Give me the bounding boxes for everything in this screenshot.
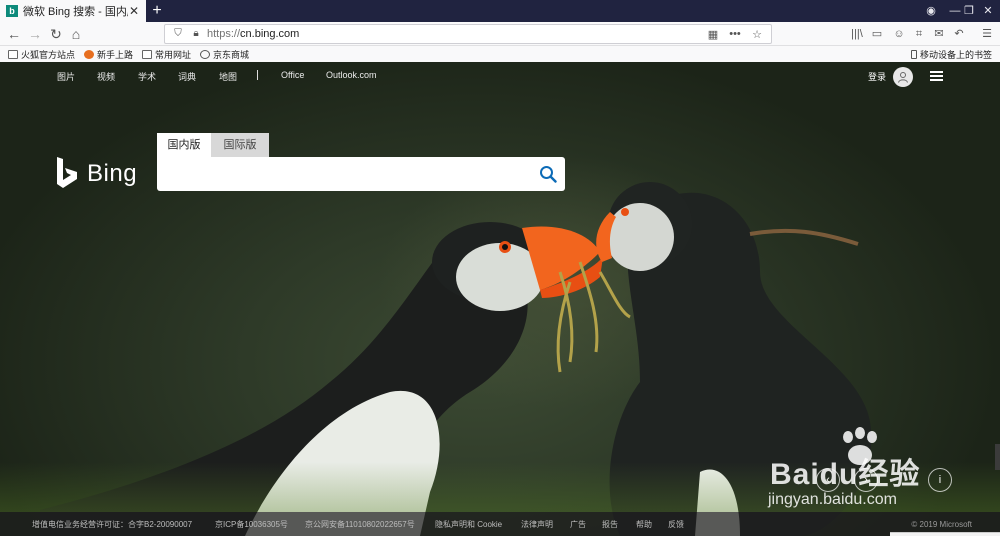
nav-link-images[interactable]: 图片 — [57, 70, 75, 83]
search-box — [157, 157, 565, 191]
url-protocol: https:// — [207, 28, 241, 40]
footer-feedback[interactable]: 反馈 — [668, 519, 684, 530]
tracking-shield-icon[interactable]: ⛉ — [171, 27, 185, 41]
new-tab-button[interactable]: + — [148, 0, 166, 22]
user-avatar-icon[interactable] — [893, 67, 913, 87]
nav-link-academic[interactable]: 学术 — [138, 70, 156, 83]
navigation-toolbar: ← → ↻ ⌂ ⛉ 🔒︎ https://cn.bing.com ▦ ••• ☆… — [0, 22, 1000, 46]
url-text[interactable]: https://cn.bing.com — [207, 28, 699, 40]
status-popup-edge — [890, 532, 1000, 536]
page-actions-icon[interactable]: ••• — [727, 28, 743, 40]
scroll-indicator[interactable] — [995, 444, 1000, 470]
search-icon[interactable] — [539, 165, 557, 183]
bookmark-item[interactable]: 新手上路 — [84, 48, 133, 61]
image-controls: ‹ › i — [816, 468, 966, 492]
firefox-icon — [84, 49, 95, 59]
bookmark-label: 新手上路 — [97, 49, 134, 60]
bing-b-logo-icon — [57, 157, 77, 188]
url-host: cn.bing.com — [240, 28, 300, 40]
library-icon[interactable]: |||\ — [848, 24, 866, 44]
chat-icon[interactable]: ✉ — [930, 24, 948, 44]
folder-icon — [8, 49, 18, 59]
bing-homepage: 图片 视频 学术 词典 地图 Office Outlook.com 登录 Bin… — [0, 62, 1000, 536]
copyright: © 2019 Microsoft — [911, 520, 972, 529]
bookmark-label: 火狐官方站点 — [21, 49, 76, 60]
bookmark-item[interactable]: 常用网址 — [142, 48, 191, 61]
sidebar-icon[interactable]: ▭ — [868, 24, 886, 44]
back-icon[interactable]: ← — [4, 24, 24, 44]
watermark-url: jingyan.baidu.com — [768, 491, 897, 508]
reload-icon[interactable]: ↻ — [46, 24, 66, 44]
address-bar[interactable]: ⛉ 🔒︎ https://cn.bing.com ▦ ••• ☆ — [164, 24, 772, 44]
footer-license[interactable]: 增值电信业务经营许可证：合字B2-20090007 — [32, 519, 192, 530]
hamburger-menu-icon[interactable] — [930, 71, 943, 82]
close-window-button[interactable]: ✕ — [975, 0, 1000, 22]
mobile-bookmarks-label: 移动设备上的书签 — [919, 49, 992, 60]
account-sync-icon[interactable]: ☺ — [890, 24, 908, 44]
bing-top-nav: 图片 视频 学术 词典 地图 Office Outlook.com — [0, 62, 1000, 90]
footer-icp[interactable]: 京ICP备10036305号 — [215, 519, 288, 530]
nav-link-office[interactable]: Office — [281, 70, 304, 80]
menu-icon[interactable]: ☰ — [978, 24, 996, 44]
nav-link-dictionary[interactable]: 词典 — [178, 70, 196, 83]
browser-tab[interactable]: b 微软 Bing 搜索 - 国内版 ✕ — [0, 0, 146, 22]
bing-footer: 增值电信业务经营许可证：合字B2-20090007 京ICP备10036305号… — [0, 512, 1000, 536]
person-icon — [898, 72, 908, 83]
lock-icon[interactable]: 🔒︎ — [189, 27, 203, 41]
image-info-icon[interactable]: i — [928, 468, 952, 492]
tab-title: 微软 Bing 搜索 - 国内版 — [23, 6, 128, 18]
phone-icon — [910, 49, 917, 59]
login-link[interactable]: 登录 — [868, 70, 886, 83]
undo-icon[interactable]: ↶ — [950, 24, 968, 44]
bookmark-item[interactable]: 火狐官方站点 — [8, 48, 75, 61]
nav-divider — [257, 70, 258, 80]
bookmark-star-icon[interactable]: ☆ — [749, 28, 765, 41]
mobile-bookmarks[interactable]: 移动设备上的书签 — [910, 46, 992, 62]
nav-link-maps[interactable]: 地图 — [219, 70, 237, 83]
qr-code-icon[interactable]: ▦ — [705, 28, 721, 41]
bookmark-label: 京东商城 — [213, 49, 250, 60]
nav-link-outlook[interactable]: Outlook.com — [326, 70, 377, 80]
account-icon[interactable]: ◉ — [918, 0, 944, 22]
bookmark-item[interactable]: 京东商城 — [200, 48, 249, 61]
previous-image-icon[interactable]: ‹ — [816, 468, 840, 492]
bing-logo[interactable]: Bing — [57, 157, 137, 190]
bookmarks-toolbar: 火狐官方站点 新手上路 常用网址 京东商城 移动设备上的书签 — [0, 46, 1000, 62]
footer-privacy[interactable]: 隐私声明和 Cookie — [435, 519, 502, 530]
nav-link-videos[interactable]: 视频 — [97, 70, 115, 83]
bing-wordmark: Bing — [87, 159, 138, 187]
home-icon[interactable]: ⌂ — [66, 24, 86, 44]
bing-favicon-icon: b — [6, 5, 18, 17]
bookmark-label: 常用网址 — [155, 49, 192, 60]
tab-close-icon[interactable]: ✕ — [128, 4, 140, 18]
screenshot-icon[interactable]: ⌗ — [910, 24, 928, 44]
search-input[interactable] — [165, 163, 525, 185]
forward-icon[interactable]: → — [25, 24, 45, 44]
footer-ads[interactable]: 广告 — [570, 519, 586, 530]
folder-icon — [142, 49, 153, 59]
tab-international[interactable]: 国际版 — [211, 133, 269, 157]
footer-legal[interactable]: 法律声明 — [521, 519, 553, 530]
tab-domestic[interactable]: 国内版 — [157, 133, 211, 157]
footer-report[interactable]: 报告 — [602, 519, 618, 530]
footer-help[interactable]: 帮助 — [636, 519, 652, 530]
tab-strip: b 微软 Bing 搜索 - 国内版 ✕ + ◉ — ❐ ✕ — [0, 0, 1000, 22]
footer-police[interactable]: 京公网安备11010802022657号 — [305, 519, 415, 530]
globe-icon — [200, 49, 211, 59]
next-image-icon[interactable]: › — [854, 468, 878, 492]
